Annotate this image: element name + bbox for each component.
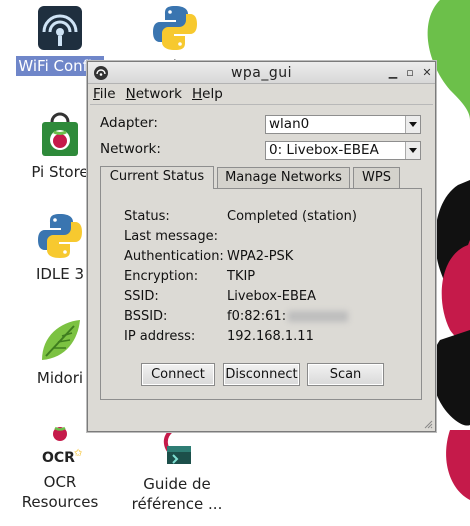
adapter-select[interactable]: wlan0 xyxy=(265,115,421,134)
menu-network[interactable]: Network xyxy=(126,86,182,102)
menu-file[interactable]: File xyxy=(93,86,116,102)
ocr-icon: OCR ✩ xyxy=(36,420,84,468)
menu-help[interactable]: Help xyxy=(192,86,223,102)
minimize-button[interactable]: ▁ xyxy=(386,65,400,80)
desktop-icon-label: OCR Resources xyxy=(21,473,99,511)
tab-wps[interactable]: WPS xyxy=(353,167,400,189)
disconnect-button[interactable]: Disconnect xyxy=(223,363,300,386)
menu-bar: File Network Help xyxy=(88,84,435,104)
tab-current-status[interactable]: Current Status xyxy=(100,166,214,189)
authentication-label: Authentication: xyxy=(124,249,224,264)
network-label: Network: xyxy=(100,141,161,157)
close-button[interactable]: ✕ xyxy=(420,65,434,80)
resize-grip-icon[interactable] xyxy=(423,419,433,429)
status-label: Status: xyxy=(124,209,170,224)
last-message-label: Last message: xyxy=(124,229,219,244)
chevron-down-icon[interactable] xyxy=(405,142,420,159)
svg-text:OCR: OCR xyxy=(42,450,75,466)
connect-button[interactable]: Connect xyxy=(141,363,215,386)
encryption-value: TKIP xyxy=(227,269,256,284)
desktop-icon-label: Midori xyxy=(36,369,84,387)
bssid-label: BSSID: xyxy=(124,309,168,324)
status-value: Completed (station) xyxy=(227,209,357,224)
desktop-icon-label: Pi Store xyxy=(31,163,89,181)
adapter-label: Adapter: xyxy=(100,115,158,131)
encryption-label: Encryption: xyxy=(124,269,199,284)
bssid-value: f0:82:61: xyxy=(227,309,287,324)
ip-address-label: IP address: xyxy=(124,329,196,344)
authentication-value: WPA2-PSK xyxy=(227,249,294,264)
redacted-blur xyxy=(288,311,349,322)
maximize-button[interactable]: ▫ xyxy=(403,65,417,80)
menu-divider xyxy=(90,104,433,105)
desktop-icon-guide-reference[interactable]: Guide de référence ... xyxy=(127,422,227,514)
network-select[interactable]: 0: Livebox-EBEA xyxy=(265,141,421,160)
chevron-down-icon[interactable] xyxy=(405,116,420,133)
midori-icon xyxy=(36,316,84,364)
wpa-gui-window: wpa_gui ▁ ▫ ✕ File Network Help Adapter:… xyxy=(87,61,436,432)
ssid-label: SSID: xyxy=(124,289,159,304)
window-title: wpa_gui xyxy=(230,65,293,81)
desktop-icon-label: Guide de référence ... xyxy=(131,475,223,513)
desktop-icon-label: IDLE 3 xyxy=(35,265,85,283)
bssid-field: f0:82:61: xyxy=(227,309,349,324)
desktop-icon-ocr-resources[interactable]: OCR ✩ OCR Resources xyxy=(12,420,108,512)
adapter-value: wlan0 xyxy=(269,116,310,132)
tab-manage-networks[interactable]: Manage Networks xyxy=(217,167,350,189)
ip-address-value: 192.168.1.11 xyxy=(227,329,314,344)
python-icon xyxy=(151,4,199,52)
network-value: 0: Livebox-EBEA xyxy=(269,142,379,158)
ssid-value: Livebox-EBEA xyxy=(227,289,316,304)
wifi-icon xyxy=(36,4,84,52)
svg-text:✩: ✩ xyxy=(74,448,83,459)
window-titlebar[interactable]: wpa_gui ▁ ▫ ✕ xyxy=(88,62,435,84)
python-icon xyxy=(36,212,84,260)
store-icon xyxy=(36,110,84,158)
scan-button[interactable]: Scan xyxy=(307,363,384,386)
